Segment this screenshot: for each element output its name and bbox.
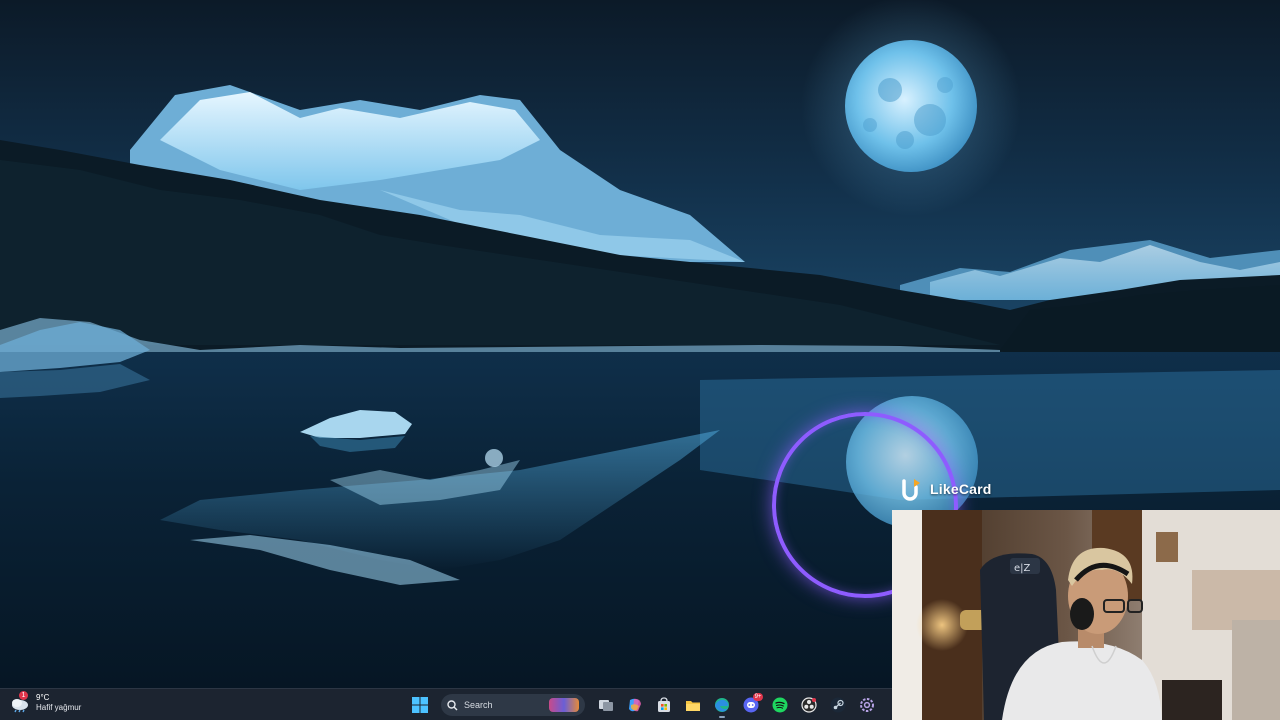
taskbar-center: Search 9+ xyxy=(408,692,879,718)
edge-button[interactable] xyxy=(710,693,734,718)
edge-icon xyxy=(715,698,729,712)
search-highlight-image xyxy=(549,698,579,712)
windows-logo-icon xyxy=(412,697,428,713)
copilot-button[interactable] xyxy=(623,693,647,717)
weather-alert-badge: 1 xyxy=(19,691,28,700)
weather-condition: Hafif yağmur xyxy=(36,703,82,712)
webcam-feed: e|Z xyxy=(892,510,1280,720)
microsoft-store-button[interactable] xyxy=(652,693,676,717)
steam-button[interactable] xyxy=(826,693,850,717)
search-label: Search xyxy=(464,700,493,710)
task-view-button[interactable] xyxy=(594,693,618,717)
search-input[interactable]: Search xyxy=(441,694,585,716)
search-icon xyxy=(447,699,458,710)
rain-cloud-icon: 1 xyxy=(10,691,30,713)
file-explorer-button[interactable] xyxy=(681,693,705,717)
taskbar: 1 9°C Hafif yağmur Search 9+ xyxy=(0,688,892,720)
weather-widget[interactable]: 1 9°C Hafif yağmur xyxy=(10,691,82,713)
chair-logo: e|Z xyxy=(1014,563,1031,574)
settings-icon xyxy=(860,698,874,712)
task-view-icon xyxy=(599,700,613,711)
discord-notification-badge: 9+ xyxy=(753,693,763,701)
obs-icon xyxy=(801,697,817,713)
steam-icon xyxy=(830,697,846,713)
likecard-logo-icon xyxy=(896,475,924,503)
folder-icon xyxy=(686,701,700,711)
spotify-icon xyxy=(772,697,788,713)
start-button[interactable] xyxy=(408,693,432,717)
obs-button[interactable] xyxy=(797,693,821,717)
discord-button[interactable]: 9+ xyxy=(739,693,763,717)
likecard-brand-text: LikeCard xyxy=(930,481,992,497)
settings-button[interactable] xyxy=(855,693,879,717)
weather-temperature: 9°C xyxy=(36,693,50,702)
spotify-button[interactable] xyxy=(768,693,792,717)
store-icon xyxy=(658,697,670,712)
likecard-logo: LikeCard xyxy=(896,472,992,506)
copilot-icon xyxy=(629,698,641,712)
